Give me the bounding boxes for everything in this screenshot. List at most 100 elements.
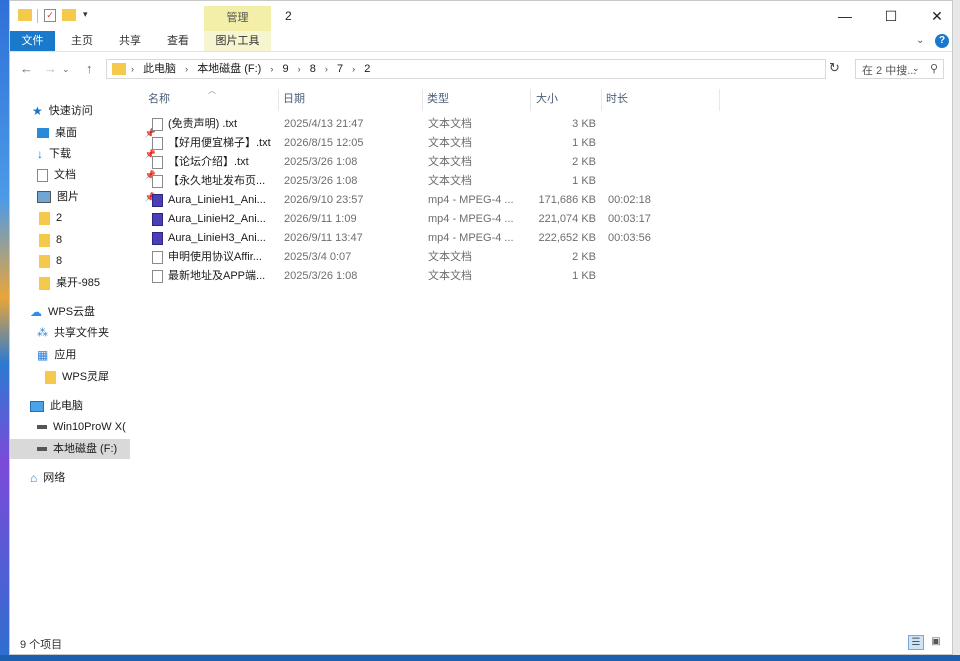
sidebar-item-network[interactable]: ⌂ 网络 (10, 468, 155, 488)
sidebar-item-label: 应用 (54, 349, 77, 361)
column-divider[interactable] (278, 89, 279, 111)
search-input[interactable]: 在 2 中搜... (862, 62, 916, 78)
large-icons-view-icon[interactable]: ▣ (928, 635, 944, 650)
tab-view[interactable]: 查看 (158, 31, 198, 51)
recent-locations-icon[interactable]: ⌄ (62, 64, 70, 75)
status-bar: 9 个项目 ☰ ▣ (10, 631, 952, 655)
file-row[interactable]: Aura_LinieH1_Ani... 2026/9/10 23:57 mp4 - … (140, 191, 952, 210)
breadcrumb-8[interactable]: 8 (310, 63, 316, 75)
sidebar-item-this-pc[interactable]: 此电脑 (10, 396, 155, 416)
sidebar-item-drive-f[interactable]: 本地磁盘 (F:) (10, 439, 130, 459)
up-arrow-icon[interactable]: ↑ (86, 61, 93, 76)
file-row[interactable]: Aura_LinieH3_Ani... 2026/9/11 13:47 mp4 - … (140, 229, 952, 248)
column-divider[interactable] (422, 89, 423, 111)
desktop-icon (37, 128, 49, 139)
minimize-button[interactable]: — (830, 7, 860, 25)
chevron-right-icon: › (297, 64, 301, 74)
folder-icon (112, 63, 126, 75)
file-duration: 00:03:17 (608, 213, 651, 225)
file-size: 3 KB (572, 118, 596, 130)
breadcrumb-drive-f[interactable]: 本地磁盘 (F:) (197, 63, 261, 75)
download-icon: ↓ (37, 147, 43, 162)
sidebar-item-label: 网络 (43, 472, 66, 484)
column-divider[interactable] (719, 89, 720, 111)
title-bar: ✓ ▾ 管理 2 — ☐ ✕ (10, 1, 952, 31)
column-divider[interactable] (530, 89, 531, 111)
file-name: 【永久地址发布页... (168, 175, 266, 187)
file-name: 申明使用协议Affir... (168, 251, 262, 263)
sidebar-item-label: 桌面 (55, 127, 77, 139)
tab-share[interactable]: 共享 (110, 31, 150, 51)
chevron-right-icon: › (324, 64, 328, 74)
text-file-icon (152, 137, 163, 150)
file-type: 文本文档 (428, 156, 472, 168)
new-folder-icon[interactable] (62, 9, 76, 21)
file-type: mp4 - MPEG-4 ... (428, 194, 514, 206)
chevron-right-icon: › (131, 64, 134, 74)
breadcrumb-7[interactable]: 7 (337, 63, 343, 75)
ribbon-tabs: 文件 主页 共享 查看 图片工具 ⌄ ? (10, 31, 952, 52)
column-header-name[interactable]: 名称 (148, 87, 170, 111)
file-row[interactable]: 【好用便宜梯子】.txt 2026/8/15 12:05 文本文档 1 KB (140, 134, 952, 153)
file-type: mp4 - MPEG-4 ... (428, 232, 514, 244)
file-name: 最新地址及APP端... (168, 270, 266, 282)
refresh-icon[interactable]: ↻ (829, 60, 840, 76)
sidebar-item-label: 2 (56, 212, 63, 224)
search-icon: ⚲ (929, 63, 938, 75)
breadcrumb-2[interactable]: 2 (364, 63, 370, 75)
tab-file[interactable]: 文件 (10, 31, 55, 51)
sidebar-item-label: WPS云盘 (48, 306, 96, 318)
file-row[interactable]: 【论坛介绍】.txt 2025/3/26 1:08 文本文档 2 KB (140, 153, 952, 172)
sort-ascending-icon: ︿ (208, 86, 216, 95)
file-row[interactable]: 申明使用协议Affir... 2025/3/4 0:07 文本文档 2 KB (140, 248, 952, 267)
file-date: 2025/3/26 1:08 (284, 156, 358, 168)
breadcrumb-this-pc[interactable]: 此电脑 (143, 63, 176, 75)
expand-ribbon-icon[interactable]: ⌄ (916, 35, 924, 46)
column-header-size[interactable]: 大小 (536, 87, 558, 111)
file-size: 221,074 KB (538, 213, 597, 225)
details-view-icon[interactable]: ☰ (908, 635, 924, 650)
apps-icon: ▦ (37, 348, 49, 363)
file-row[interactable]: 最新地址及APP端... 2025/3/26 1:08 文本文档 1 KB (140, 267, 952, 286)
file-size: 1 KB (572, 137, 596, 149)
forward-arrow-icon[interactable]: → (44, 61, 57, 76)
address-bar[interactable]: › 此电脑 › 本地磁盘 (F:) › 9 › 8 › 7 › 2 ⌄ (106, 59, 920, 79)
properties-icon[interactable]: ✓ (44, 9, 56, 22)
tab-picture-tools[interactable]: 图片工具 (204, 31, 271, 51)
sidebar-item-wps-cloud[interactable]: ☁ WPS云盘 (10, 302, 155, 322)
file-size: 222,652 KB (538, 232, 597, 244)
file-row[interactable]: Aura_LinieH2_Ani... 2026/9/11 1:09 mp4 - M… (140, 210, 952, 229)
computer-icon (30, 400, 44, 412)
file-row[interactable]: (免责声明) .txt 2025/4/13 21:47 文本文档 3 KB (140, 115, 952, 134)
file-type: 文本文档 (428, 118, 472, 130)
file-row[interactable]: 【永久地址发布页... 2025/3/26 1:08 文本文档 1 KB (140, 172, 952, 191)
sidebar-item-quick-access[interactable]: ★ 快速访问 (10, 101, 157, 121)
close-button[interactable]: ✕ (922, 7, 952, 25)
sidebar-item-label: 此电脑 (50, 400, 83, 412)
explorer-window: ✓ ▾ 管理 2 — ☐ ✕ 文件 主页 共享 查看 图片工具 ⌄ ? ← → … (9, 0, 953, 655)
search-box[interactable]: 在 2 中搜... ⚲ (855, 59, 944, 79)
file-type: 文本文档 (428, 251, 472, 263)
text-file-icon (152, 251, 163, 264)
file-duration: 00:02:18 (608, 194, 651, 206)
customize-quick-access-icon[interactable]: ▾ (83, 9, 93, 23)
help-icon[interactable]: ? (935, 34, 949, 48)
column-header-type[interactable]: 类型 (427, 87, 449, 111)
sidebar-item-label: 下载 (49, 148, 71, 160)
folder-icon (39, 276, 50, 290)
file-name: 【论坛介绍】.txt (168, 156, 249, 168)
file-size: 2 KB (572, 251, 596, 263)
video-file-icon (152, 232, 163, 245)
tab-home[interactable]: 主页 (62, 31, 102, 51)
breadcrumb-9[interactable]: 9 (282, 63, 288, 75)
chevron-right-icon: › (270, 64, 274, 74)
column-divider[interactable] (601, 89, 602, 111)
manage-context-tab[interactable]: 管理 (204, 6, 271, 31)
maximize-button[interactable]: ☐ (876, 7, 906, 25)
back-arrow-icon[interactable]: ← (20, 61, 33, 76)
star-icon: ★ (32, 104, 43, 119)
column-header-duration[interactable]: 时长 (606, 87, 628, 111)
video-file-icon (152, 194, 163, 207)
column-header-date[interactable]: 日期 (283, 87, 305, 111)
file-size: 1 KB (572, 175, 596, 187)
